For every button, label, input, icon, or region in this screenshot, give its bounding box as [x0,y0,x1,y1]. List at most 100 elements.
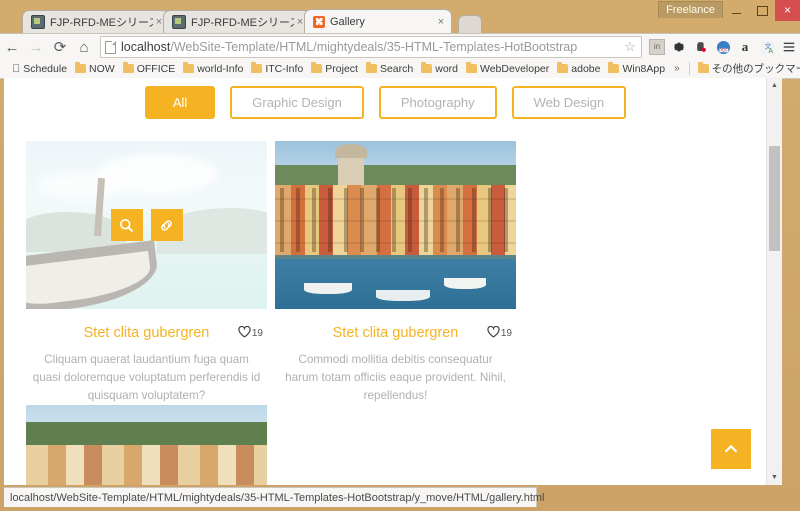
forward-button[interactable]: → [24,35,48,59]
evernote-icon[interactable] [690,36,712,58]
gallery-card[interactable]: Stet clita gubergren 19 Cliquam quaerat … [26,141,267,405]
menu-icon[interactable] [778,36,800,58]
page-scrollbar[interactable]: ▲ ▼ [766,78,782,485]
svg-text:PDF: PDF [718,47,727,52]
gallery-page: All Graphic Design Photography Web Desig… [4,78,767,485]
folder-icon [697,62,709,73]
pdf-icon[interactable]: PDF [712,36,734,58]
gear-icon[interactable] [668,36,690,58]
folder-icon [75,62,87,73]
bookmark-office[interactable]: OFFICE [119,62,180,75]
page-info-icon[interactable] [105,40,116,54]
tab-fjp-rfd-2[interactable]: FJP-RFD-MEシリーズ［従来 × [163,10,311,33]
card-title[interactable]: Stet clita gubergren [84,325,210,341]
browser-window: Freelance × FJP-RFD-MEシリーズ［従来 × FJP-RFD-… [0,0,800,511]
bookmark-world-info[interactable]: world-Info [179,62,247,75]
url-host: localhost [121,40,171,54]
gallery-filter-bar: All Graphic Design Photography Web Desig… [4,78,767,119]
card-title-row: Stet clita gubergren 19 [26,325,267,341]
bookmark-label: NOW [80,62,115,75]
url-text: localhost/WebSite-Template/HTML/mightyde… [121,40,623,54]
card-title-row: Stet clita gubergren 19 [275,325,516,341]
bookmark-other-folder[interactable]: その他のブックマーク [694,61,800,76]
browser-toolbar: ← → ⟳ ⌂ localhost/WebSite-Template/HTML/… [0,33,800,60]
heart-icon [238,325,251,341]
bookmark-label: word [426,62,458,75]
device-icon [31,15,45,29]
card-description: Cliquam quaerat laudantium fuga quam qua… [32,353,261,402]
bookmark-label: Win8App [614,62,665,75]
like-count: 19 [251,327,263,339]
bookmarks-overflow-icon[interactable]: » [669,63,685,74]
filter-graphic-design[interactable]: Graphic Design [230,86,364,119]
card-title[interactable]: Stet clita gubergren [333,325,459,341]
bookmark-webdeveloper[interactable]: WebDeveloper [462,62,553,75]
gallery-thumbnail[interactable] [275,141,516,309]
bookmark-search[interactable]: Search [362,62,417,75]
scrollbar-thumb[interactable] [769,146,780,251]
bookmark-label: ITC-Info [257,62,303,75]
bookmark-label: Search [371,62,413,75]
bookmark-label: Project [317,62,358,75]
tab-gallery[interactable]: Gallery × [304,9,452,33]
scroll-to-top-button[interactable] [711,429,751,469]
svg-text:A: A [768,48,773,55]
linkedin-icon[interactable]: in [646,36,668,58]
home-button[interactable]: ⌂ [72,35,96,59]
scroll-down-icon[interactable]: ▼ [767,470,782,485]
tab-label: Gallery [330,15,365,28]
device-icon [172,15,186,29]
bookmark-adobe[interactable]: adobe [553,62,604,75]
card-description: Commodi mollitia debitis consequatur har… [285,353,506,402]
folder-icon [608,62,620,73]
bookmark-label: OFFICE [128,62,176,75]
bookmark-schedule[interactable]:  Schedule [8,63,71,75]
gallery-grid: Stet clita gubergren 19 Cliquam quaerat … [4,141,767,485]
bookmark-label: Schedule [15,62,67,75]
tab-fjp-rfd-1[interactable]: FJP-RFD-MEシリーズ［従来 × [22,10,170,33]
folder-icon [365,62,377,73]
bookmark-label: その他のブックマーク [703,63,800,75]
filter-web-design[interactable]: Web Design [511,86,627,119]
scroll-up-icon[interactable]: ▲ [767,78,782,93]
tab-strip: FJP-RFD-MEシリーズ［従来 × FJP-RFD-MEシリーズ［従来 × … [0,9,800,34]
bookmark-win8app[interactable]: Win8App [604,62,669,75]
reload-button[interactable]: ⟳ [48,35,72,59]
bookmarks-divider [688,62,690,75]
address-bar[interactable]: localhost/WebSite-Template/HTML/mightyde… [100,36,642,58]
status-bar: localhost/WebSite-Template/HTML/mightyde… [4,487,545,507]
bookmark-word[interactable]: word [417,62,462,75]
folder-icon [557,62,569,73]
folder-icon [466,62,477,73]
bookmark-label: WebDeveloper [471,62,549,75]
folder-icon [311,62,323,73]
gallery-icon [313,15,325,28]
bookmark-itc-info[interactable]: ITC-Info [247,62,307,75]
vernazza-village-photo [275,141,516,309]
bookmark-star-icon[interactable]: ☆ [623,39,637,55]
new-tab-button[interactable] [458,15,482,34]
tab-label: FJP-RFD-MEシリーズ［従来 [191,17,294,29]
url-path: /WebSite-Template/HTML/mightydeals/35-HT… [170,40,578,54]
bookmark-now[interactable]: NOW [71,62,119,75]
like-counter[interactable]: 19 [487,325,512,341]
like-counter[interactable]: 19 [238,325,263,341]
gallery-thumbnail[interactable] [26,405,267,485]
tab-label: FJP-RFD-MEシリーズ［従来 [50,17,153,29]
back-button[interactable]: ← [0,35,24,59]
bookmark-project[interactable]: Project [307,62,362,75]
gallery-thumbnail[interactable] [26,141,267,309]
bookmark-label: world-Info [188,62,243,75]
search-icon[interactable] [110,209,143,241]
link-icon[interactable] [150,209,183,241]
translate-icon[interactable]: 文A [756,36,778,58]
amazon-icon[interactable]: a [734,36,756,58]
gallery-card[interactable]: Stet clita gubergren 19 Commodi mollitia… [275,141,516,405]
bookmarks-bar:  Schedule NOW OFFICE world-Info ITC-Inf… [0,59,800,79]
filter-photography[interactable]: Photography [378,86,497,119]
tab-close-icon[interactable]: × [435,16,447,28]
filter-all[interactable]: All [144,86,216,119]
gallery-card[interactable]: Stet clita gubergren 19 Cligendi, iusto … [26,405,267,485]
folder-icon [421,62,433,73]
folder-icon [183,62,195,73]
